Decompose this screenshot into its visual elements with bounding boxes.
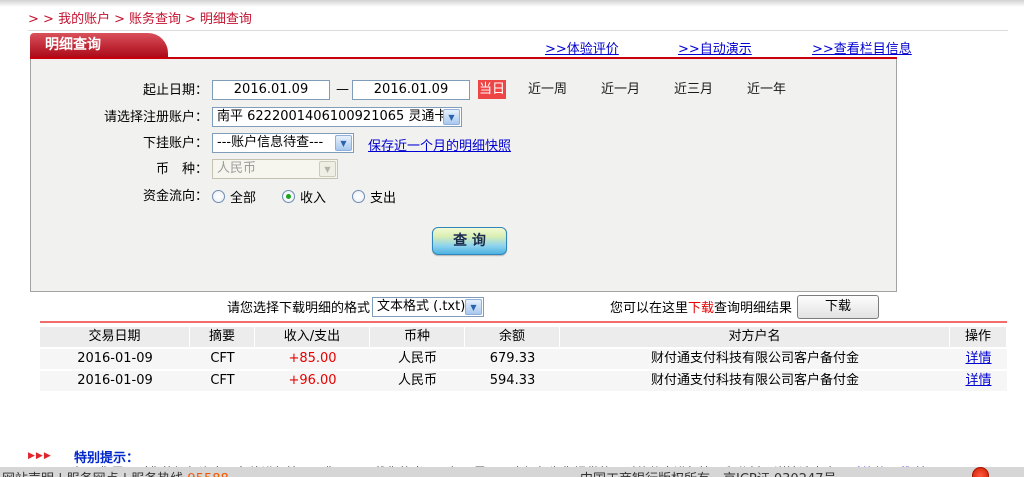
radio-expense-label: 支出	[370, 187, 396, 206]
header-divider	[28, 30, 1008, 31]
radio-income[interactable]: 收入	[282, 187, 326, 206]
link-experience-rating[interactable]: >>体验评价	[545, 38, 619, 57]
radio-icon[interactable]	[352, 190, 365, 203]
sub-account-label: 下挂账户：	[30, 134, 208, 154]
breadcrumb-arrows-icon: > >	[28, 12, 54, 27]
register-account-select[interactable]: 南平 6222001406100921065 灵通卡 ▼	[212, 107, 462, 127]
detail-link[interactable]: 详情	[965, 373, 991, 388]
notice-arrows-icon: ▶▶▶	[28, 451, 52, 461]
cell-counterparty: 财付通支付科技有限公司客户备付金	[560, 349, 950, 369]
radio-all-label: 全部	[230, 187, 256, 206]
results-table: 交易日期 摘要 收入/支出 币种 余额 对方户名 操作 2016-01-09 C…	[40, 327, 1007, 393]
download-format-select[interactable]: 文本格式 (.txt) ▼	[372, 297, 484, 317]
download-hint-before: 您可以在这里	[610, 301, 688, 316]
fund-flow-label: 资金流向：	[30, 187, 208, 207]
detail-link[interactable]: 详情	[965, 351, 991, 366]
footer-copyright: 中国工商银行版权所有 京ICP证 030247号	[580, 468, 837, 477]
radio-income-label: 收入	[300, 187, 326, 206]
download-hint-link[interactable]: 下载	[688, 301, 714, 316]
save-snapshot-link[interactable]: 保存近一个月的明细快照	[368, 135, 511, 154]
register-account-label: 请选择注册账户：	[30, 108, 208, 128]
footer-bar: 网站声明 | 服务网点 | 服务热线 95588 中国工商银行版权所有 京ICP…	[0, 467, 1024, 477]
cell-date: 2016-01-09	[40, 371, 190, 391]
breadcrumb: > > 我的账户>账务查询>明细查询	[28, 8, 252, 27]
radio-icon[interactable]	[212, 190, 225, 203]
date-shortcuts: 近一周 近一月 近三月 近一年	[528, 80, 786, 99]
cell-amount: +96.00	[255, 371, 370, 391]
dropdown-arrow-icon[interactable]: ▼	[465, 299, 482, 315]
date-to-input[interactable]: 2016.01.09	[352, 80, 470, 100]
date-range-label: 起止日期：	[30, 81, 208, 101]
table-header-row: 交易日期 摘要 收入/支出 币种 余额 对方户名 操作	[40, 327, 1007, 347]
footer-links[interactable]: 网站声明 | 服务网点 | 服务热线 95588	[2, 468, 229, 477]
table-top-divider	[40, 321, 1007, 323]
dropdown-arrow-icon: ▼	[319, 161, 336, 177]
tab-detail-query[interactable]: 明细查询	[30, 33, 168, 58]
link-view-column-info[interactable]: >>查看栏目信息	[812, 38, 912, 57]
shortcut-last-three-months[interactable]: 近三月	[674, 80, 713, 99]
download-format-value: 文本格式 (.txt)	[377, 299, 465, 314]
col-header-balance: 余额	[465, 327, 560, 347]
fund-flow-group: 全部 收入 支出	[212, 186, 396, 206]
query-button[interactable]: 查 询	[432, 227, 507, 255]
col-header-action: 操作	[950, 327, 1007, 347]
cell-summary: CFT	[190, 371, 255, 391]
download-hint: 您可以在这里下载查询明细结果	[540, 298, 792, 319]
currency-value: 人民币	[217, 161, 256, 176]
date-from-input[interactable]: 2016.01.09	[212, 80, 330, 100]
top-gradient-strip	[0, 0, 1024, 7]
register-account-value: 南平 6222001406100921065 灵通卡	[217, 109, 447, 124]
radio-expense[interactable]: 支出	[352, 187, 396, 206]
sub-account-value: ---账户信息待查---	[217, 135, 323, 150]
page: > > 我的账户>账务查询>明细查询 明细查询 >>体验评价 >>自动演示 >>…	[0, 0, 1024, 477]
link-auto-demo[interactable]: >>自动演示	[678, 38, 752, 57]
download-format-label: 请您选择下载明细的格式	[186, 298, 370, 319]
download-hint-after: 查询明细结果	[714, 301, 792, 316]
breadcrumb-item-my-account[interactable]: 我的账户	[58, 12, 110, 27]
radio-checked-icon[interactable]	[282, 190, 295, 203]
dropdown-arrow-icon[interactable]: ▼	[443, 109, 460, 125]
cell-balance: 594.33	[465, 371, 560, 391]
breadcrumb-separator: >	[110, 12, 129, 27]
cell-date: 2016-01-09	[40, 349, 190, 369]
footer-hotline: 95588	[187, 472, 228, 477]
cell-balance: 679.33	[465, 349, 560, 369]
table-row: 2016-01-09 CFT +96.00 人民币 594.33 财付通支付科技…	[40, 371, 1007, 391]
sub-account-select[interactable]: ---账户信息待查--- ▼	[212, 133, 354, 153]
footer-links-text[interactable]: 网站声明 | 服务网点 | 服务热线	[2, 472, 187, 477]
dropdown-arrow-icon[interactable]: ▼	[335, 135, 352, 151]
col-header-currency: 币种	[370, 327, 465, 347]
cell-currency: 人民币	[370, 349, 465, 369]
col-header-amount: 收入/支出	[255, 327, 370, 347]
cell-summary: CFT	[190, 349, 255, 369]
breadcrumb-item-account-query[interactable]: 账务查询	[129, 12, 181, 27]
shortcut-last-year[interactable]: 近一年	[747, 80, 786, 99]
cell-currency: 人民币	[370, 371, 465, 391]
shortcut-last-week[interactable]: 近一周	[528, 80, 567, 99]
currency-select: 人民币 ▼	[212, 159, 338, 179]
icbc-emblem-icon	[972, 467, 989, 477]
col-header-counterparty: 对方户名	[560, 327, 950, 347]
radio-all[interactable]: 全部	[212, 187, 256, 206]
date-separator: —	[336, 80, 349, 100]
download-button[interactable]: 下载	[797, 295, 879, 319]
cell-amount: +85.00	[255, 349, 370, 369]
col-header-date: 交易日期	[40, 327, 190, 347]
col-header-summary: 摘要	[190, 327, 255, 347]
table-row: 2016-01-09 CFT +85.00 人民币 679.33 财付通支付科技…	[40, 349, 1007, 369]
cell-counterparty: 财付通支付科技有限公司客户备付金	[560, 371, 950, 391]
shortcut-today-badge[interactable]: 当日	[478, 80, 506, 99]
currency-label: 币 种：	[30, 160, 208, 180]
shortcut-last-month[interactable]: 近一月	[601, 80, 640, 99]
breadcrumb-item-detail-query[interactable]: 明细查询	[200, 12, 252, 27]
breadcrumb-separator: >	[181, 12, 200, 27]
